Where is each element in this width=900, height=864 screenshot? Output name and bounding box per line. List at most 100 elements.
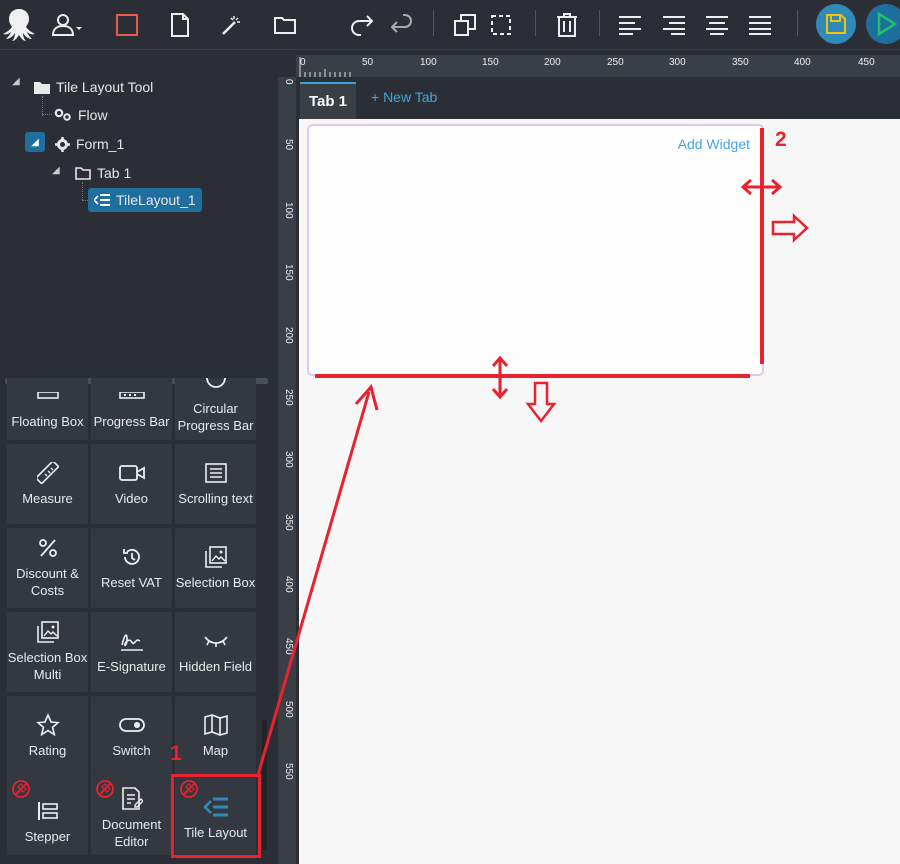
widget-video[interactable]: Video	[91, 444, 172, 524]
ruler-label: 400	[794, 57, 811, 68]
widget-label: Document Editor	[101, 817, 162, 849]
folder-icon[interactable]	[268, 8, 302, 42]
widget-switch[interactable]: Switch	[91, 696, 172, 776]
widget-stepper[interactable]: Stepper	[7, 775, 88, 855]
file-icon[interactable]	[163, 8, 197, 42]
widget-label: Circular Progress Bar	[177, 401, 254, 433]
tile-layout-widget[interactable]: Add Widget	[307, 124, 764, 376]
tree-node-label: Tab 1	[97, 165, 132, 181]
align-left-icon[interactable]	[613, 8, 647, 42]
tree-node-root[interactable]: Tile Layout Tool	[34, 75, 153, 99]
save-icon[interactable]	[816, 4, 856, 44]
ruler-label: 450	[283, 638, 294, 655]
ruler-icon	[36, 461, 59, 484]
widget-rating[interactable]: Rating	[7, 696, 88, 776]
widget-label: Floating Box	[11, 413, 84, 429]
ruler-label: 500	[283, 701, 294, 718]
octopus-logo[interactable]	[2, 8, 36, 42]
tile-layout-icon	[94, 194, 110, 206]
ruler-label: 350	[283, 514, 294, 531]
ruler-label: 150	[283, 264, 294, 281]
copy-icon[interactable]	[448, 8, 482, 42]
tree-node-label: Tile Layout Tool	[56, 79, 154, 95]
widget-hidden-field[interactable]: Hidden Field	[175, 612, 256, 692]
widget-scrolling-text[interactable]: Scrolling text	[175, 444, 256, 524]
beta-badge-icon	[12, 780, 30, 798]
widget-selection-box-multi[interactable]: Selection Box Multi	[7, 612, 88, 692]
widget-document-editor[interactable]: Document Editor	[91, 775, 172, 855]
widget-discount-costs[interactable]: Discount & Costs	[7, 528, 88, 608]
widget-label: Progress Bar	[93, 413, 170, 429]
scrolling-text-icon	[204, 462, 227, 484]
ruler-label: 250	[607, 57, 624, 68]
widget-floating-box[interactable]: Floating Box	[7, 378, 88, 440]
new-tab-button[interactable]: + New Tab	[371, 89, 437, 105]
square-icon[interactable]	[110, 8, 144, 42]
widget-progress-bar[interactable]: Progress Bar	[91, 378, 172, 440]
undo-icon[interactable]	[384, 8, 418, 42]
tile-layout-highlight	[171, 774, 261, 858]
widget-reset-vat[interactable]: Reset VAT	[91, 528, 172, 608]
tab-1[interactable]: Tab 1	[300, 82, 356, 119]
tree-node-tab[interactable]: Tab 1	[75, 161, 131, 185]
widget-e-signature[interactable]: E-Signature	[91, 612, 172, 692]
redo-icon[interactable]	[346, 8, 380, 42]
reset-history-icon	[121, 546, 143, 568]
trash-icon[interactable]	[550, 8, 584, 42]
align-center-icon[interactable]	[700, 8, 734, 42]
gears-icon	[54, 108, 72, 122]
play-icon[interactable]	[866, 4, 900, 44]
widget-label: Stepper	[24, 828, 71, 844]
widget-circular-progress-bar[interactable]: Circular Progress Bar	[175, 378, 256, 440]
tree-connector	[42, 114, 52, 115]
beta-badge-icon	[96, 780, 114, 798]
toolbar-separator	[797, 10, 798, 36]
tree-node-label: Form_1	[76, 136, 125, 152]
circular-progress-icon	[205, 378, 227, 394]
collapse-toggle[interactable]: ◢	[25, 132, 45, 152]
ruler-label: 450	[858, 57, 875, 68]
tree-connector	[82, 182, 83, 200]
toolbar-separator	[535, 10, 536, 36]
floating-box-icon	[36, 385, 59, 407]
toolbar-separator	[433, 10, 434, 36]
ruler-label: 100	[283, 202, 294, 219]
tree-node-label: Flow	[78, 107, 108, 123]
magic-wand-icon[interactable]	[215, 8, 249, 42]
ruler-label: 100	[420, 57, 437, 68]
document-edit-icon	[121, 787, 143, 810]
collapse-arrow-icon[interactable]: ◢	[52, 165, 60, 176]
stepper-icon	[37, 800, 59, 822]
add-widget-button[interactable]: Add Widget	[673, 134, 754, 154]
widget-label: E-Signature	[97, 658, 166, 674]
image-gallery-icon	[204, 545, 227, 568]
ruler-label: 200	[544, 57, 561, 68]
widget-measure[interactable]: Measure	[7, 444, 88, 524]
select-region-icon[interactable]	[484, 8, 518, 42]
widget-map[interactable]: Map	[175, 696, 256, 776]
widget-label: Reset VAT	[101, 574, 162, 590]
toolbar-separator	[599, 10, 600, 36]
widget-label: Video	[114, 490, 148, 506]
form-tabs: Tab 1 + New Tab	[296, 77, 900, 119]
user-icon[interactable]	[50, 8, 84, 42]
design-canvas[interactable]: Add Widget	[299, 119, 900, 864]
widget-label: Discount & Costs	[16, 566, 79, 598]
toggle-icon	[118, 714, 145, 736]
tree-node-form[interactable]: Form_1	[55, 132, 124, 156]
ruler-label: 50	[362, 57, 374, 68]
toolbar	[0, 0, 900, 50]
step-number-1: 1	[170, 742, 182, 765]
widget-selection-box[interactable]: Selection Box	[175, 528, 256, 608]
tree-node-tilelayout[interactable]: TileLayout_1	[88, 188, 202, 212]
collapse-arrow-icon[interactable]: ◢	[12, 76, 20, 87]
align-justify-icon[interactable]	[743, 8, 777, 42]
ruler-label: 300	[669, 57, 686, 68]
widget-label: Switch	[112, 742, 151, 758]
tree-node-flow[interactable]: Flow	[54, 103, 108, 127]
align-right-icon[interactable]	[657, 8, 691, 42]
palette-scrollbar[interactable]	[262, 720, 267, 850]
folder-icon	[75, 166, 91, 180]
widget-label: Map	[202, 742, 229, 758]
percent-icon	[38, 537, 58, 559]
